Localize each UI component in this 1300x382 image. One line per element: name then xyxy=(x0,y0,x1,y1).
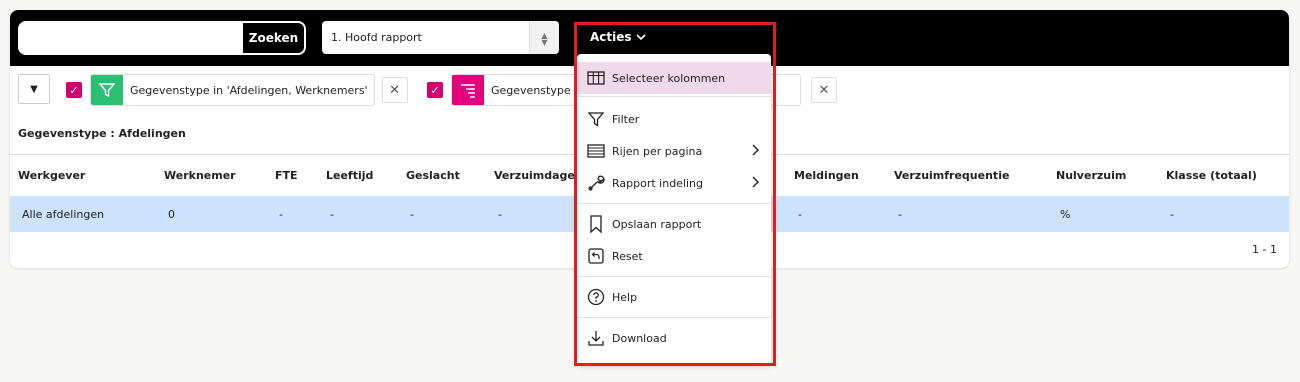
table-cell: - xyxy=(1170,208,1174,221)
search-box: Zoeken xyxy=(18,21,306,55)
caret-down-icon: ▼ xyxy=(30,83,38,95)
report-select-value: 1. Hoofd rapport xyxy=(331,31,422,44)
search-button[interactable]: Zoeken xyxy=(242,22,305,54)
close-icon: ✕ xyxy=(389,82,401,98)
table-cell: - xyxy=(330,208,334,221)
column-header[interactable]: Geslacht xyxy=(406,169,460,182)
column-header[interactable]: Verzuimfrequentie xyxy=(894,169,1009,182)
group-icon xyxy=(452,75,484,105)
close-icon: ✕ xyxy=(818,82,830,98)
table-cell: - xyxy=(798,208,802,221)
group-chip-text: Gegevenstype xyxy=(491,83,571,97)
column-header[interactable]: FTE xyxy=(275,169,298,182)
table-cell: 0 xyxy=(168,208,175,221)
filter-chip: ✓ Gegevenstype in 'Afdelingen, Werknemer… xyxy=(66,74,408,106)
filter-checkbox[interactable]: ✓ xyxy=(66,82,82,98)
report-select[interactable]: 1. Hoofd rapport ▲ ▼ xyxy=(322,21,559,54)
column-header[interactable]: Werknemer xyxy=(164,169,236,182)
column-header[interactable]: Verzuimdagen xyxy=(494,169,583,182)
select-arrows-icon: ▲ ▼ xyxy=(529,21,559,54)
filter-toggle-button[interactable]: ▼ xyxy=(18,74,50,104)
table-cell: - xyxy=(279,208,283,221)
column-header[interactable]: Werkgever xyxy=(18,169,85,182)
filter-icon xyxy=(91,75,123,105)
remove-group-button[interactable]: ✕ xyxy=(811,77,837,103)
column-header[interactable]: Meldingen xyxy=(794,169,859,182)
column-header[interactable]: Nulverzuim xyxy=(1056,169,1126,182)
filter-chip-box[interactable]: Gegevenstype in 'Afdelingen, Werknemers' xyxy=(90,74,375,106)
filter-chip-text: Gegevenstype in 'Afdelingen, Werknemers' xyxy=(130,83,368,97)
table-cell: - xyxy=(410,208,414,221)
table-cell: % xyxy=(1060,208,1071,221)
remove-filter-button[interactable]: ✕ xyxy=(381,77,408,103)
column-header[interactable]: Klasse (totaal) xyxy=(1166,169,1257,182)
column-header[interactable]: Leeftijd xyxy=(326,169,373,182)
group-checkbox[interactable]: ✓ xyxy=(427,82,443,98)
table-cell: - xyxy=(898,208,902,221)
table-cell: Alle afdelingen xyxy=(22,208,105,221)
search-input[interactable] xyxy=(19,22,243,54)
pagination-info: 1 - 1 xyxy=(1252,243,1277,256)
highlight-box xyxy=(574,22,776,366)
table-cell: - xyxy=(498,208,502,221)
data-type-subtitle: Gegevenstype : Afdelingen xyxy=(18,127,186,140)
